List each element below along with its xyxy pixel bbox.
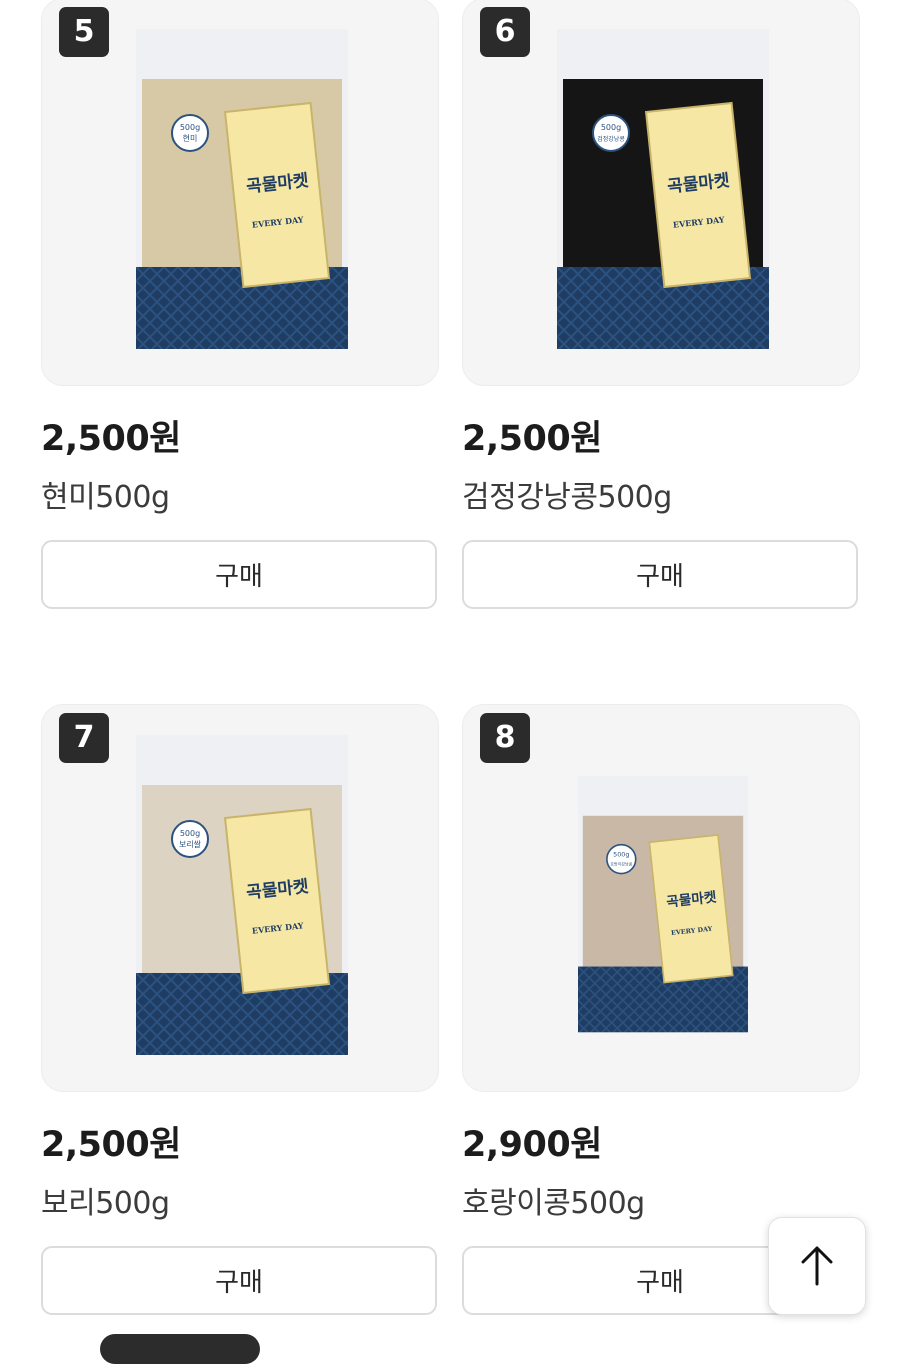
product-name[interactable]: 검정강낭콩500g bbox=[462, 472, 672, 516]
product-name[interactable]: 보리500g bbox=[41, 1178, 170, 1222]
package-weight-text: 500g bbox=[180, 123, 200, 132]
product-name[interactable]: 현미500g bbox=[41, 472, 170, 516]
floating-action-pill[interactable] bbox=[100, 1334, 260, 1364]
arrow-up-icon bbox=[801, 1246, 833, 1286]
product-price: 2,500원 bbox=[41, 1125, 181, 1165]
rank-badge: 7 bbox=[59, 713, 109, 763]
package-grain-text: 현미 bbox=[183, 134, 198, 143]
package-grain-text: 검정강낭콩 bbox=[597, 135, 625, 143]
product-package-image: 500g 보리쌀 곡물마켓 EVERY DAY bbox=[136, 735, 348, 1055]
product-package-image: 500g 호랑이강낭콩 곡물마켓 EVERY DAY bbox=[578, 775, 748, 1033]
package-grain-text: 호랑이강낭콩 bbox=[610, 861, 632, 867]
buy-button[interactable]: 구매 bbox=[462, 540, 858, 609]
product-image-frame[interactable]: 8 500g 호랑이강낭콩 곡물마켓 EVERY DAY bbox=[462, 704, 860, 1092]
rank-badge: 8 bbox=[480, 713, 530, 763]
product-image-frame[interactable]: 5 500g 현미 곡물마켓 EVERY DAY bbox=[41, 0, 439, 386]
rank-badge: 5 bbox=[59, 7, 109, 57]
product-price: 2,500원 bbox=[462, 419, 602, 459]
rank-badge: 6 bbox=[480, 7, 530, 57]
product-image-frame[interactable]: 6 500g 검정강낭콩 곡물마켓 EVERY DAY bbox=[462, 0, 860, 386]
package-weight-text: 500g bbox=[180, 829, 200, 838]
package-weight-text: 500g bbox=[601, 123, 621, 132]
product-package-image: 500g 현미 곡물마켓 EVERY DAY bbox=[136, 29, 348, 349]
package-weight-text: 500g bbox=[613, 851, 629, 859]
product-image-frame[interactable]: 7 500g 보리쌀 곡물마켓 EVERY DAY bbox=[41, 704, 439, 1092]
product-price: 2,500원 bbox=[41, 419, 181, 459]
product-package-image: 500g 검정강낭콩 곡물마켓 EVERY DAY bbox=[557, 29, 769, 349]
product-price: 2,900원 bbox=[462, 1125, 602, 1165]
buy-button[interactable]: 구매 bbox=[41, 1246, 437, 1315]
scroll-to-top-button[interactable] bbox=[768, 1217, 866, 1315]
product-name[interactable]: 호랑이콩500g bbox=[462, 1178, 645, 1222]
package-grain-text: 보리쌀 bbox=[179, 840, 202, 849]
buy-button[interactable]: 구매 bbox=[41, 540, 437, 609]
